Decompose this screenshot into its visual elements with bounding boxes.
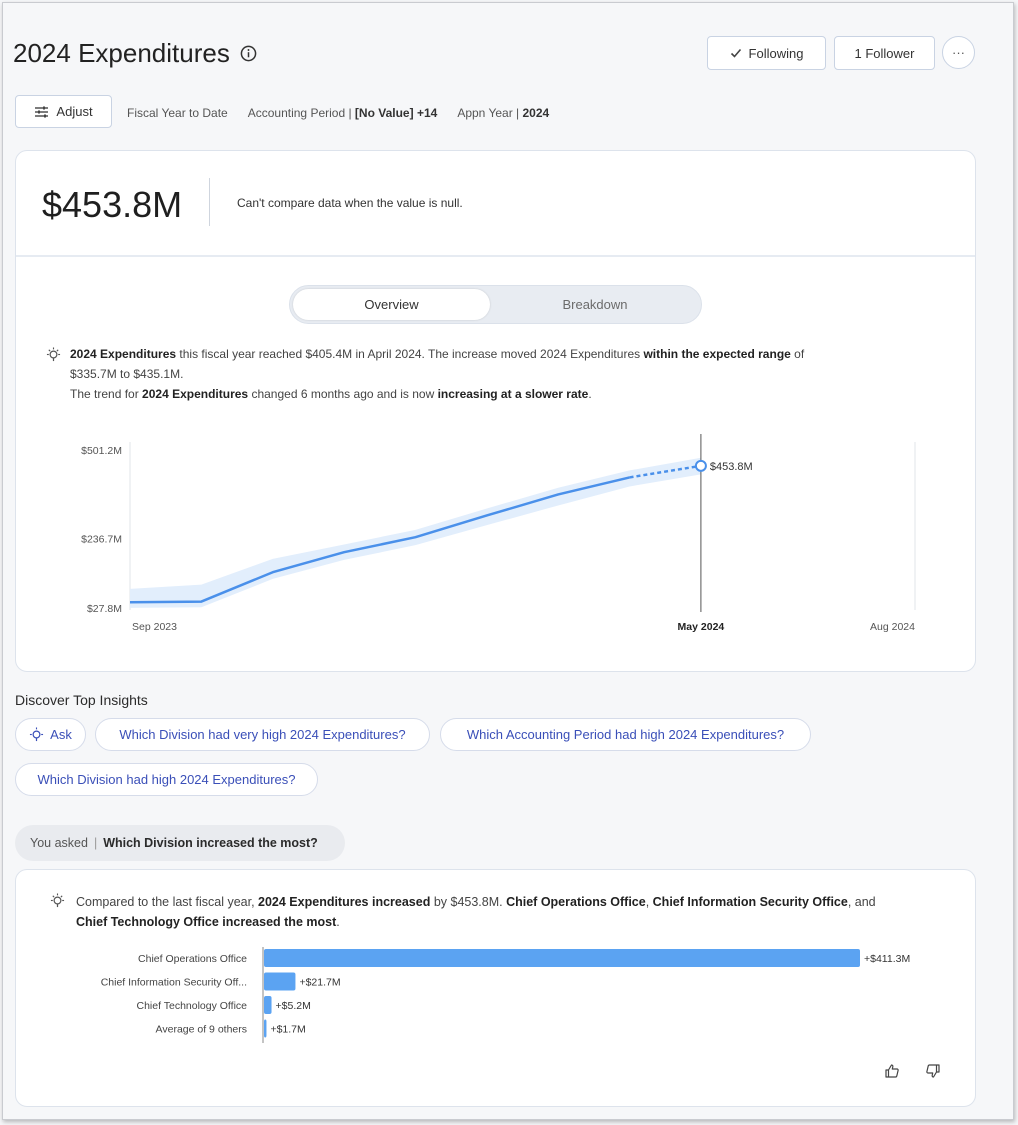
thumbs-up-icon[interactable] <box>884 1063 900 1079</box>
discover-title: Discover Top Insights <box>15 692 148 708</box>
summary-line-2: $335.7M to $435.1M. <box>70 367 184 381</box>
bar <box>264 996 272 1014</box>
thumbs-down-icon[interactable] <box>925 1063 941 1079</box>
filter-accounting-period[interactable]: Accounting Period | [No Value] +14 <box>248 106 438 120</box>
bar-value-label: +$1.7M <box>270 1024 305 1036</box>
summary-trend-metric: 2024 Expenditures <box>142 387 249 401</box>
bar <box>264 949 860 967</box>
answer-text: Compared to the last fiscal year, 2024 E… <box>76 892 956 932</box>
question-pill-3[interactable]: Which Division had high 2024 Expenditure… <box>15 763 318 796</box>
answer-division-1: Chief Operations Office <box>506 895 646 909</box>
summary-trend-end: . <box>588 387 592 401</box>
answer-text-2: by $453.8M. <box>430 895 507 909</box>
asked-prefix: You asked <box>30 836 88 850</box>
ask-label: Ask <box>50 727 72 742</box>
bar-value-label: +$411.3M <box>864 953 910 965</box>
answer-bulb-icon <box>50 893 65 908</box>
adjust-button[interactable]: Adjust <box>15 95 112 128</box>
answer-metric: 2024 Expenditures increased <box>258 895 431 909</box>
summary-range-label: within the expected range <box>643 347 791 361</box>
filter-accounting-value: [No Value] <box>354 106 414 120</box>
kpi-divider <box>209 178 210 226</box>
summary-line-1: 2024 Expenditures this fiscal year reach… <box>70 344 950 364</box>
asked-question: You asked | Which Division increased the… <box>15 825 345 861</box>
following-button[interactable]: Following <box>707 36 826 70</box>
summary-trend-prefix: The trend for <box>70 387 143 401</box>
summary-trend-text: changed 6 months ago and is now <box>248 387 438 401</box>
x-tick-label: Sep 2023 <box>132 621 177 633</box>
bar <box>264 1019 267 1038</box>
current-value-label: $453.8M <box>710 461 753 473</box>
answer-text-4: , and <box>847 895 876 909</box>
summary-metric: 2024 Expenditures <box>70 347 177 361</box>
filter-bar: Fiscal Year to Date Accounting Period | … <box>127 106 549 120</box>
answer-text-3: , <box>645 895 653 909</box>
filter-appn-year[interactable]: Appn Year | 2024 <box>457 106 549 120</box>
follower-button[interactable]: 1 Follower <box>834 36 935 70</box>
asked-separator: | <box>93 836 98 850</box>
follower-label: 1 Follower <box>854 45 915 61</box>
bar-category-label: Average of 9 others <box>156 1024 247 1036</box>
x-tick-label: May 2024 <box>678 621 725 633</box>
answer-line-2: Chief Technology Office increased the mo… <box>76 912 956 932</box>
kpi-note: Can't compare data when the value is nul… <box>237 196 463 210</box>
info-icon[interactable] <box>240 45 257 62</box>
insight-bulb-icon <box>46 347 61 362</box>
check-icon <box>730 48 741 58</box>
summary-text: 2024 Expenditures this fiscal year reach… <box>70 344 950 404</box>
bar <box>264 972 296 991</box>
card-divider <box>16 255 975 257</box>
bar-category-label: Chief Technology Office <box>136 1000 247 1012</box>
tab-overview[interactable]: Overview <box>293 289 490 320</box>
bar-value-label: +$21.7M <box>299 977 340 989</box>
answer-text-1: Compared to the last fiscal year, <box>76 895 259 909</box>
trend-chart: $453.8M $501.2M $236.7M $27.8M Sep 2023 May 2… <box>81 434 916 633</box>
y-tick-label: $236.7M <box>81 533 122 545</box>
kpi-value: $453.8M <box>42 184 183 225</box>
answer-division-3: Chief Technology Office increased the mo… <box>76 915 337 929</box>
current-value-point <box>694 459 707 472</box>
sliders-icon <box>35 106 49 117</box>
adjust-label: Adjust <box>56 104 93 119</box>
tab-breakdown[interactable]: Breakdown <box>496 289 694 320</box>
filter-appn-value: 2024 <box>522 106 550 120</box>
question-pill-1[interactable]: Which Division had very high 2024 Expend… <box>95 718 430 751</box>
filter-appn-name: Appn Year | <box>457 106 523 120</box>
bar-value-label: +$5.2M <box>276 1000 311 1012</box>
summary-line-3: The trend for 2024 Expenditures changed … <box>70 384 950 404</box>
question-pill-2[interactable]: Which Accounting Period had high 2024 Ex… <box>440 718 811 751</box>
y-tick-label: $27.8M <box>87 603 122 615</box>
answer-text-5: . <box>336 915 340 929</box>
x-tick-label: Aug 2024 <box>870 621 915 633</box>
summary-trend-rate: increasing at a slower rate <box>437 387 589 401</box>
bar-category-label: Chief Operations Office <box>138 953 247 965</box>
ask-button[interactable]: Ask <box>15 718 86 751</box>
breakdown-bar-chart: Chief Operations Office +$411.3M Chief Inf… <box>101 947 910 1043</box>
asked-text: Which Division increased the most? <box>103 836 318 850</box>
filter-accounting-name: Accounting Period | <box>247 106 355 120</box>
view-toggle: Overview Breakdown <box>289 285 702 324</box>
filter-period[interactable]: Fiscal Year to Date <box>127 106 228 120</box>
following-label: Following <box>748 45 804 61</box>
summary-text-1: this fiscal year reached $405.4M in Apri… <box>176 347 644 361</box>
bar-category-label: Chief Information Security Off... <box>101 977 247 989</box>
answer-division-2: Chief Information Security Office <box>652 895 848 909</box>
page-title: 2024 Expenditures <box>13 38 257 69</box>
y-tick-label: $501.2M <box>81 445 122 457</box>
ask-bulb-icon <box>30 727 44 742</box>
more-options-button[interactable]: ··· <box>942 36 975 69</box>
more-icon: ··· <box>952 45 965 60</box>
summary-text-2: of <box>790 347 805 361</box>
answer-line-1: Compared to the last fiscal year, 2024 E… <box>76 892 956 912</box>
filter-accounting-extra: +14 <box>413 106 438 120</box>
page-title-text: 2024 Expenditures <box>13 38 230 68</box>
